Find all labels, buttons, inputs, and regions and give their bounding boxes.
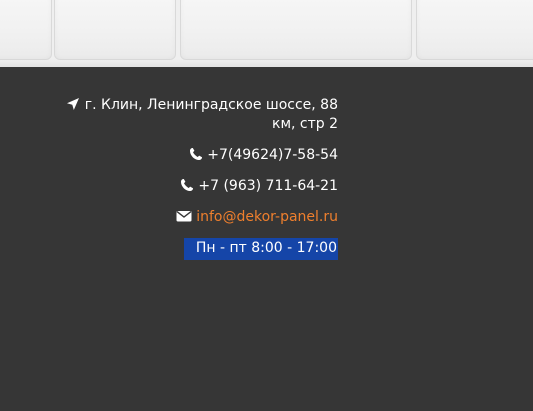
phone-icon	[180, 178, 194, 192]
phone-link-1[interactable]: +7(49624)7-58-54	[207, 147, 338, 163]
decorative-tile	[180, 0, 412, 60]
footer-contacts: г. Клин, Ленинградское шоссе, 88 км, стр…	[60, 96, 338, 272]
phone-link-2[interactable]: +7 (963) 711-64-21	[198, 178, 338, 194]
address-line-2: км, стр 2	[271, 116, 338, 132]
envelope-icon	[176, 209, 192, 223]
decorative-tile	[416, 0, 533, 60]
phone-row-1: +7(49624)7-58-54	[60, 146, 338, 165]
page: г. Клин, Ленинградское шоссе, 88 км, стр…	[0, 0, 533, 411]
phone-icon	[189, 147, 203, 161]
tile-strip-shade	[0, 59, 533, 67]
email-row: info@dekor-panel.ru	[60, 208, 338, 227]
hours-row: Пн - пт 8:00 - 17:00	[60, 238, 338, 260]
location-arrow-icon	[66, 97, 80, 111]
phone-row-2: +7 (963) 711-64-21	[60, 177, 338, 196]
decorative-tile	[54, 0, 176, 60]
decorative-tile-strip	[0, 0, 533, 67]
email-link[interactable]: info@dekor-panel.ru	[196, 209, 338, 225]
address-line-1: г. Клин, Ленинградское шоссе, 88	[84, 97, 338, 113]
working-hours: Пн - пт 8:00 - 17:00	[183, 238, 338, 260]
decorative-tile	[0, 0, 52, 60]
address-row: г. Клин, Ленинградское шоссе, 88 км, стр…	[60, 96, 338, 134]
